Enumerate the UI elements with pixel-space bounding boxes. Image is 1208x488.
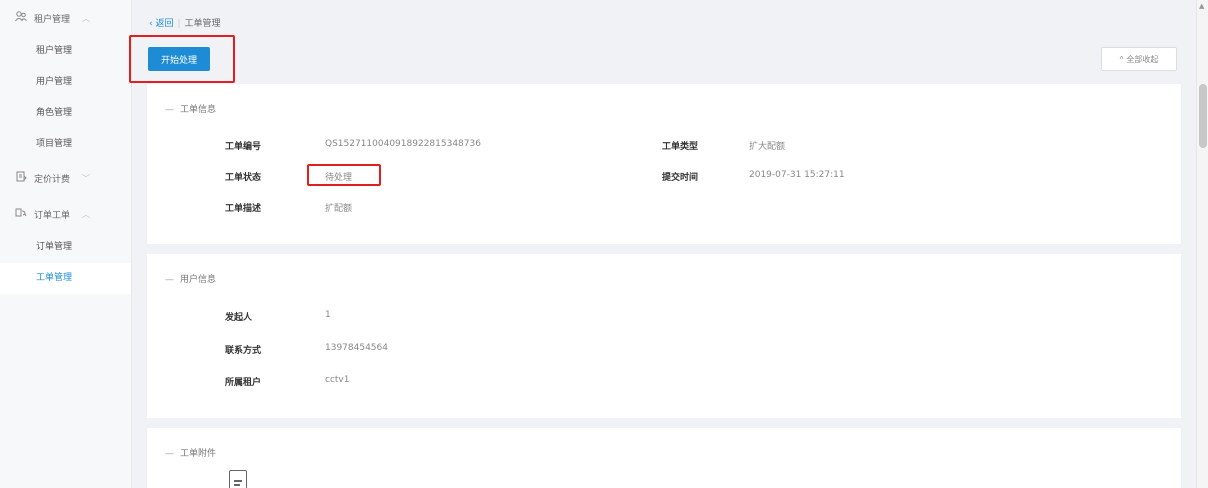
scroll-up-icon[interactable]: ▲	[1199, 2, 1204, 10]
start-processing-button[interactable]: 开始处理	[148, 47, 210, 71]
chevron-down-icon: ﹀	[82, 173, 91, 183]
breadcrumb-current: 工单管理	[184, 19, 221, 29]
billing-icon	[14, 171, 28, 185]
scrollbar-thumb[interactable]	[1199, 84, 1207, 148]
attachments-card: — 工单附件	[147, 428, 1181, 488]
attachments-title[interactable]: — 工单附件	[165, 446, 216, 459]
ticket-info-title[interactable]: — 工单信息	[165, 102, 216, 115]
ticket-status-label: 工单状态	[225, 173, 262, 183]
vertical-scrollbar[interactable]: ▲	[1196, 0, 1208, 488]
users-icon	[14, 11, 28, 25]
sidebar-item-ticket-mgmt[interactable]: 工单管理	[0, 263, 131, 294]
submit-time-value: 2019-07-31 15:27:11	[749, 170, 845, 180]
file-icon[interactable]	[229, 470, 247, 488]
back-link-label: 返回	[155, 19, 174, 29]
ticket-type-value: 扩大配额	[749, 142, 786, 152]
tenant-value: cctv1	[325, 375, 350, 385]
sidebar-group-label: 定价计费	[34, 174, 71, 185]
back-link[interactable]: ‹ 返回	[149, 19, 173, 29]
user-info-title[interactable]: — 用户信息	[165, 272, 216, 285]
initiator-label: 发起人	[225, 313, 253, 323]
initiator-value: 1	[325, 310, 331, 320]
sidebar-group-billing[interactable]: 定价计费 ﹀	[0, 160, 131, 196]
user-info-title-text: 用户信息	[180, 275, 217, 285]
sidebar-group-label: 租户管理	[34, 14, 71, 25]
collapse-all-label: 全部收起	[1126, 54, 1159, 64]
user-info-card: — 用户信息 发起人 1 联系方式 13978454564 所属租户 cctv1	[147, 254, 1181, 418]
ticket-number-value: QS15271100409189228153487​36	[325, 139, 481, 149]
sidebar-item-user-mgmt[interactable]: 用户管理	[0, 67, 131, 98]
attachments-title-text: 工单附件	[180, 449, 217, 459]
chevron-up-icon: ︿	[82, 13, 91, 23]
ticket-desc-value: 扩配额	[325, 204, 353, 214]
contact-label: 联系方式	[225, 346, 262, 356]
chevron-up-icon: ^	[1119, 54, 1124, 64]
ticket-desc-label: 工单描述	[225, 204, 262, 214]
sidebar-item-role-mgmt[interactable]: 角色管理	[0, 98, 131, 129]
contact-value: 13978454564	[325, 343, 388, 353]
ticket-info-card: — 工单信息 工单编号 QS15271100409189228153487​36 …	[147, 84, 1181, 244]
sidebar-group-label: 订单工单	[34, 210, 71, 221]
collapse-all-button[interactable]: ^ 全部收起	[1101, 47, 1177, 71]
sidebar-item-tenant-mgmt[interactable]: 租户管理	[0, 36, 131, 67]
tenant-label: 所属租户	[225, 378, 262, 388]
breadcrumb: ‹ 返回 | 工单管理	[149, 16, 221, 29]
submit-time-label: 提交时间	[662, 173, 699, 183]
order-icon	[14, 207, 28, 221]
ticket-status-value: 待处理	[325, 173, 353, 183]
ticket-info-title-text: 工单信息	[180, 105, 217, 115]
sidebar-item-order-mgmt[interactable]: 订单管理	[0, 232, 131, 263]
main-content: ‹ 返回 | 工单管理 开始处理 ^ 全部收起 — 工单信息 工单编号 QS152711…	[129, 0, 1195, 488]
sidebar-group-orders[interactable]: 订单工单 ︿	[0, 196, 131, 232]
chevron-up-icon: ︿	[82, 209, 91, 219]
ticket-number-label: 工单编号	[225, 142, 262, 152]
breadcrumb-separator: |	[177, 19, 181, 29]
sidebar-group-tenant[interactable]: 租户管理 ︿	[0, 0, 131, 36]
ticket-type-label: 工单类型	[662, 142, 699, 152]
sidebar: 租户管理 ︿ 租户管理 用户管理 角色管理 项目管理 定价计费 ﹀ 订单工单 ︿…	[0, 0, 132, 488]
sidebar-item-project-mgmt[interactable]: 项目管理	[0, 129, 131, 160]
